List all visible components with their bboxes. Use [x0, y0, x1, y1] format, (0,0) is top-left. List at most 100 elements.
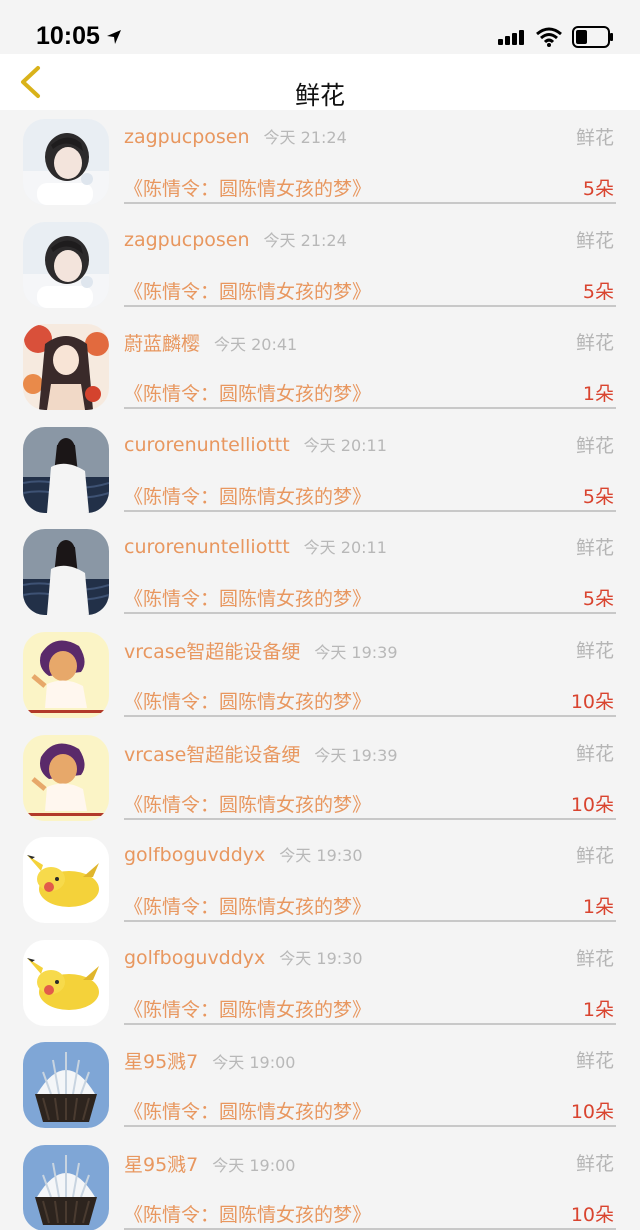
divider	[124, 1022, 616, 1025]
list-item[interactable]: vrcase智超能设备绠 今天 19:39 鲜花 《陈情令：圆陈情女孩的梦》 10…	[0, 726, 640, 829]
avatar[interactable]	[23, 940, 109, 1026]
avatar-image	[23, 222, 109, 308]
page-title: 鲜花	[294, 81, 345, 110]
divider	[124, 1125, 616, 1128]
flower-count: 10朵	[570, 690, 614, 713]
username[interactable]: zagpucposen 今天 21:24	[124, 227, 347, 251]
avatar[interactable]	[23, 529, 109, 615]
divider	[124, 304, 616, 307]
username[interactable]: golfboguvddyx 今天 19:30	[124, 945, 363, 969]
timestamp: 今天 19:30	[279, 948, 363, 968]
timestamp: 今天 21:24	[263, 128, 347, 147]
gift-type-label: 鲜花	[575, 537, 614, 560]
username[interactable]: curorenuntelliottt 今天 20:11	[124, 534, 387, 558]
list-item[interactable]: 蔚蓝麟樱 今天 20:41 鲜花 《陈情令：圆陈情女孩的梦》 1朵	[0, 315, 640, 418]
list-item[interactable]: 星95溅7 今天 19:00 鲜花 《陈情令：圆陈情女孩的梦》 10朵	[0, 1136, 640, 1230]
list-item[interactable]: zagpucposen 今天 21:24 鲜花 《陈情令：圆陈情女孩的梦》 5朵	[0, 213, 640, 316]
timestamp: 今天 20:11	[303, 538, 387, 558]
gift-type-label: 鲜花	[575, 1050, 614, 1073]
timestamp: 今天 19:00	[212, 1155, 296, 1175]
gift-type-label: 鲜花	[575, 742, 614, 765]
book-title-link[interactable]: 《陈情令：圆陈情女孩的梦》	[124, 584, 371, 611]
list-item[interactable]: vrcase智超能设备绠 今天 19:39 鲜花 《陈情令：圆陈情女孩的梦》 10…	[0, 623, 640, 726]
divider	[124, 407, 616, 410]
username-text: golfboguvddyx	[124, 844, 266, 867]
nav-bar: 鲜花	[0, 54, 640, 110]
username-text: zagpucposen	[124, 228, 250, 251]
list-item[interactable]: golfboguvddyx 今天 19:30 鲜花 《陈情令：圆陈情女孩的梦》 1…	[0, 931, 640, 1034]
avatar-image	[23, 1145, 109, 1230]
book-title-link[interactable]: 《陈情令：圆陈情女孩的梦》	[124, 687, 371, 714]
cellular-signal-icon	[498, 30, 524, 45]
username[interactable]: 蔚蓝麟樱 今天 20:41	[124, 329, 297, 356]
username[interactable]: vrcase智超能设备绠 今天 19:39	[124, 637, 398, 664]
avatar[interactable]	[23, 427, 109, 513]
username[interactable]: zagpucposen 今天 21:24	[124, 124, 347, 148]
flower-count: 5朵	[582, 485, 614, 508]
book-title-link[interactable]: 《陈情令：圆陈情女孩的梦》	[124, 277, 371, 304]
avatar[interactable]	[23, 1145, 109, 1230]
avatar-image	[23, 529, 109, 615]
avatar-image	[23, 940, 109, 1026]
username[interactable]: 星95溅7 今天 19:00	[124, 1150, 295, 1177]
list-item[interactable]: curorenuntelliottt 今天 20:11 鲜花 《陈情令：圆陈情女孩…	[0, 520, 640, 623]
list-item[interactable]: zagpucposen 今天 21:24 鲜花 《陈情令：圆陈情女孩的梦》 5朵	[0, 110, 640, 213]
book-title-link[interactable]: 《陈情令：圆陈情女孩的梦》	[124, 1097, 371, 1124]
avatar[interactable]	[23, 119, 109, 205]
avatar[interactable]	[23, 632, 109, 718]
flower-count: 1朵	[582, 383, 614, 406]
timestamp: 今天 20:11	[303, 435, 387, 455]
timestamp: 今天 21:24	[263, 230, 347, 250]
username-text: vrcase智超能设备绠	[124, 640, 301, 663]
divider	[124, 817, 616, 820]
gift-type-label: 鲜花	[575, 639, 614, 662]
battery-icon	[572, 26, 613, 48]
flower-count: 10朵	[570, 1101, 614, 1124]
book-title-link[interactable]: 《陈情令：圆陈情女孩的梦》	[124, 174, 371, 201]
gift-type-label: 鲜花	[575, 434, 614, 457]
avatar[interactable]	[23, 1042, 109, 1128]
avatar-image	[23, 427, 109, 513]
username-text: zagpucposen	[124, 126, 250, 148]
divider	[124, 612, 616, 615]
avatar-image	[23, 735, 109, 821]
book-title-link[interactable]: 《陈情令：圆陈情女孩的梦》	[124, 482, 371, 509]
avatar[interactable]	[23, 837, 109, 923]
book-title-link[interactable]: 《陈情令：圆陈情女孩的梦》	[124, 892, 371, 919]
list-item[interactable]: golfboguvddyx 今天 19:30 鲜花 《陈情令：圆陈情女孩的梦》 1…	[0, 828, 640, 931]
list-item[interactable]: curorenuntelliottt 今天 20:11 鲜花 《陈情令：圆陈情女孩…	[0, 418, 640, 521]
flower-count: 1朵	[582, 998, 614, 1021]
gift-type-label: 鲜花	[575, 229, 614, 252]
gift-type-label: 鲜花	[575, 332, 614, 355]
location-arrow-icon	[106, 29, 121, 44]
timestamp: 今天 19:39	[314, 642, 398, 662]
divider	[124, 714, 616, 717]
status-time: 10:05	[36, 22, 122, 51]
book-title-link[interactable]: 《陈情令：圆陈情女孩的梦》	[124, 379, 371, 406]
gift-type-label: 鲜花	[575, 1152, 614, 1175]
gift-type-label: 鲜花	[575, 947, 614, 970]
username-text: golfboguvddyx	[124, 946, 266, 969]
timestamp: 今天 20:41	[214, 335, 298, 355]
flower-count: 5朵	[582, 588, 614, 611]
flower-count: 5朵	[582, 178, 614, 200]
list-item[interactable]: 星95溅7 今天 19:00 鲜花 《陈情令：圆陈情女孩的梦》 10朵	[0, 1033, 640, 1136]
username[interactable]: golfboguvddyx 今天 19:30	[124, 842, 363, 866]
username-text: curorenuntelliottt	[124, 433, 290, 456]
gift-list: zagpucposen 今天 21:24 鲜花 《陈情令：圆陈情女孩的梦》 5朵 …	[0, 110, 640, 1230]
divider	[124, 920, 616, 923]
book-title-link[interactable]: 《陈情令：圆陈情女孩的梦》	[124, 995, 371, 1022]
avatar[interactable]	[23, 324, 109, 410]
username[interactable]: vrcase智超能设备绠 今天 19:39	[124, 740, 398, 767]
divider	[124, 509, 616, 512]
avatar[interactable]	[23, 735, 109, 821]
flower-count: 10朵	[570, 1203, 614, 1226]
flower-count: 5朵	[582, 280, 614, 303]
book-title-link[interactable]: 《陈情令：圆陈情女孩的梦》	[124, 790, 371, 817]
username[interactable]: curorenuntelliottt 今天 20:11	[124, 432, 387, 456]
book-title-link[interactable]: 《陈情令：圆陈情女孩的梦》	[124, 1200, 371, 1227]
avatar-image	[23, 119, 109, 205]
avatar[interactable]	[23, 222, 109, 308]
username[interactable]: 星95溅7 今天 19:00	[124, 1047, 295, 1074]
username-text: vrcase智超能设备绠	[124, 743, 301, 766]
